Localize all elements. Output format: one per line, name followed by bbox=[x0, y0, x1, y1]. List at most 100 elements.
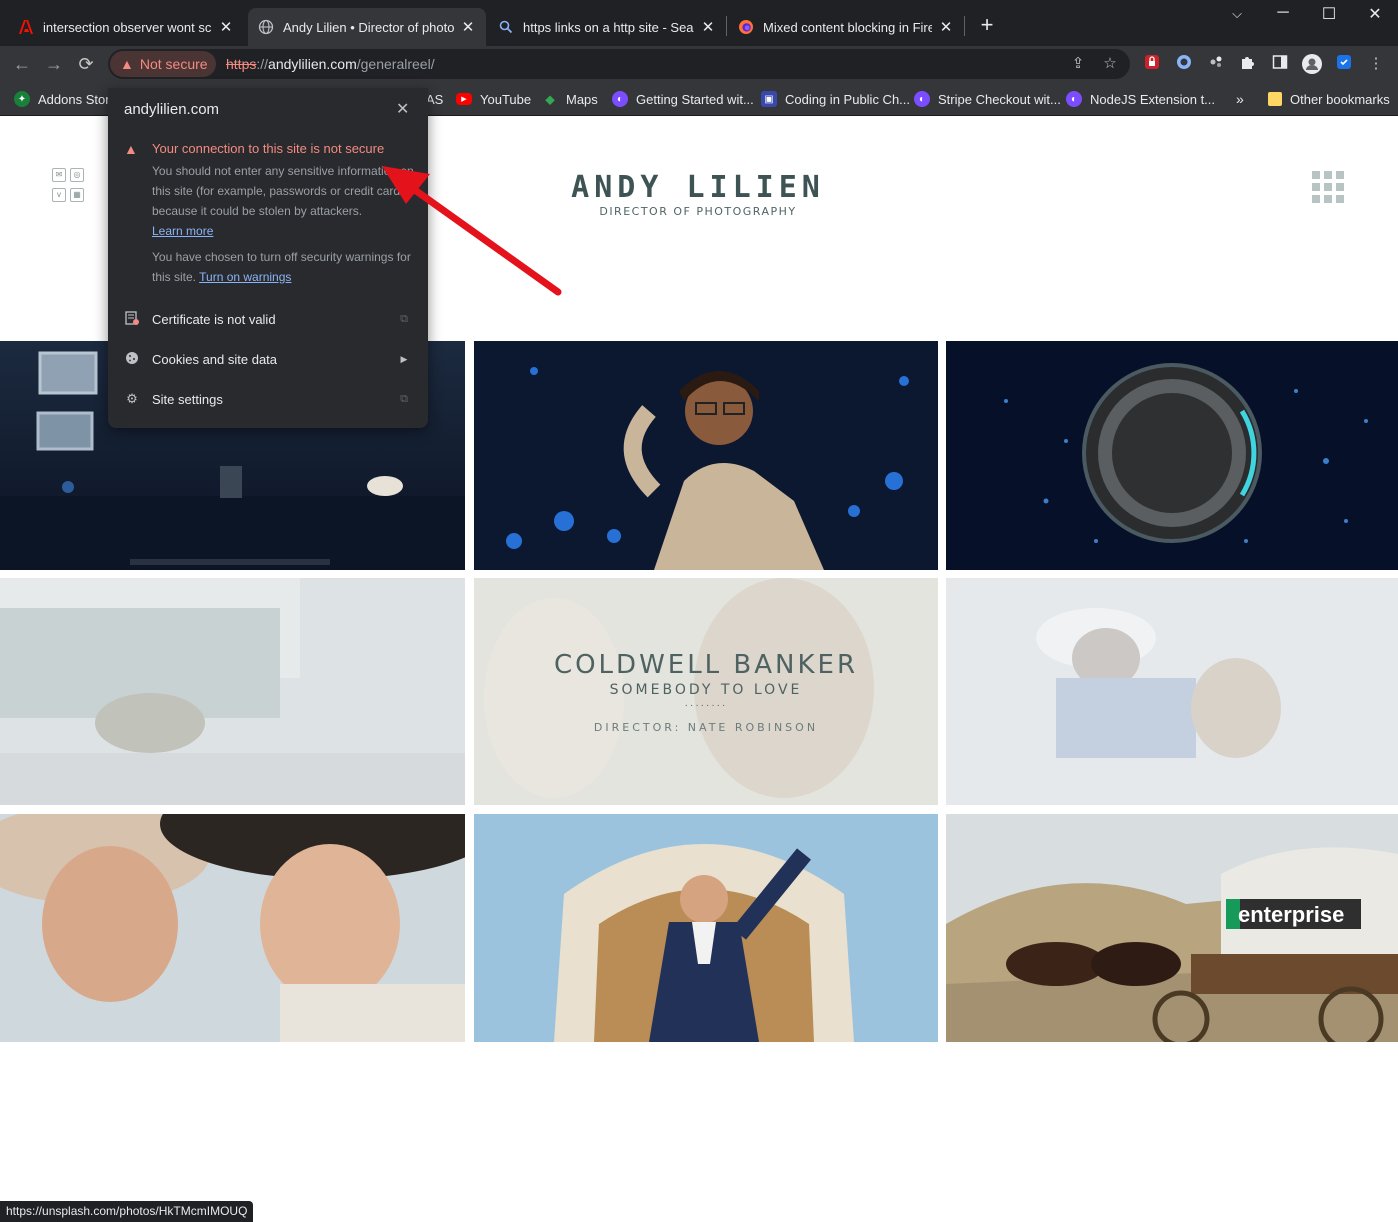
turn-on-warnings-link[interactable]: Turn on warnings bbox=[199, 270, 291, 284]
puzzle-icon: ✦ bbox=[14, 91, 30, 107]
logo-name: ANDY LILIEN bbox=[571, 170, 825, 205]
reel-thumbnail-man-sleeping[interactable] bbox=[946, 578, 1398, 805]
annotation-arrow bbox=[382, 166, 562, 296]
bookmark-star-icon[interactable]: ☆ bbox=[1100, 54, 1120, 74]
not-secure-chip[interactable]: ▲ Not secure bbox=[110, 51, 216, 77]
new-tab-button[interactable]: + bbox=[975, 14, 999, 38]
url-text[interactable]: https://andylilien.com/generalreel/ bbox=[226, 56, 435, 72]
minimize-icon[interactable]: ─ bbox=[1260, 4, 1306, 22]
site-favicon-icon: ◐ bbox=[612, 91, 628, 107]
tab-search-chevron-icon[interactable]: ⌵ bbox=[1214, 6, 1260, 22]
window-close-icon[interactable]: ✕ bbox=[1352, 4, 1398, 24]
site-favicon-icon: ◐ bbox=[1066, 91, 1082, 107]
bookmark-label: NodeJS Extension t... bbox=[1090, 91, 1216, 107]
cookie-icon bbox=[124, 351, 140, 368]
profile-avatar-icon[interactable] bbox=[1302, 54, 1322, 74]
tab-andy-lilien[interactable]: Andy Lilien • Director of photography ✕ bbox=[248, 8, 486, 46]
share-icon[interactable]: ⇪ bbox=[1068, 54, 1088, 74]
bookmark-label: Other bookmarks bbox=[1290, 91, 1390, 107]
external-link-icon: ⧉ bbox=[400, 392, 408, 405]
learn-more-link[interactable]: Learn more bbox=[152, 224, 213, 238]
reel-thumbnail-dog-street[interactable] bbox=[0, 578, 465, 805]
email-icon[interactable]: ✉ bbox=[52, 168, 66, 182]
tab-close-icon[interactable]: ✕ bbox=[460, 18, 476, 36]
instagram-icon[interactable]: ◎ bbox=[70, 168, 84, 182]
tab-intersection-observer[interactable]: intersection observer wont scroll ✕ bbox=[8, 8, 244, 46]
side-panel-icon[interactable] bbox=[1270, 54, 1290, 74]
external-link-icon: ⧉ bbox=[400, 312, 408, 325]
popup-close-icon[interactable]: ✕ bbox=[396, 99, 409, 119]
warning-triangle-icon: ▲ bbox=[124, 141, 138, 157]
tab-title: https links on a http site - Search bbox=[523, 19, 694, 35]
site-logo[interactable]: ANDY LILIEN DIRECTOR OF PHOTOGRAPHY bbox=[560, 170, 836, 219]
reel-thumbnail-women-hats[interactable] bbox=[0, 814, 465, 1042]
reel-thumbnail-speaker[interactable] bbox=[946, 341, 1398, 570]
reel-thumbnail-coldwell-banker[interactable]: COLDWELL BANKER SOMEBODY TO LOVE ·······… bbox=[474, 578, 938, 805]
bookmark-label: Getting Started wit... bbox=[636, 91, 754, 107]
bookmark-other-bookmarks[interactable]: Other bookmarks bbox=[1268, 90, 1390, 108]
folder-icon bbox=[1268, 92, 1282, 106]
tab-close-icon[interactable]: ✕ bbox=[218, 18, 234, 36]
reload-icon[interactable]: ⟳ bbox=[74, 52, 98, 76]
reel-title: COLDWELL BANKER bbox=[553, 649, 859, 680]
certificate-icon bbox=[124, 310, 140, 328]
bookmark-nodejs-extension[interactable]: ◐ NodeJS Extension t... bbox=[1066, 90, 1215, 108]
bookmark-as[interactable]: AS bbox=[426, 90, 443, 108]
bookmark-addons-store[interactable]: ✦ Addons Store bbox=[14, 90, 117, 108]
bookmark-getting-started[interactable]: ◐ Getting Started wit... bbox=[612, 90, 754, 108]
tab-close-icon[interactable]: ✕ bbox=[700, 18, 716, 36]
social-links: ✉ ◎ v ▦ bbox=[52, 168, 88, 204]
vimeo-icon[interactable]: v bbox=[52, 188, 66, 202]
extension-circle-icon[interactable] bbox=[1174, 54, 1194, 74]
bookmark-label: Stripe Checkout wit... bbox=[938, 91, 1061, 107]
tab-close-icon[interactable]: ✕ bbox=[938, 18, 954, 36]
url-scheme: https bbox=[226, 56, 257, 72]
tab-https-links-search[interactable]: https links on a http site - Search ✕ bbox=[488, 8, 726, 46]
globe-icon bbox=[258, 19, 274, 35]
bookmark-stripe-checkout[interactable]: ◐ Stripe Checkout wit... bbox=[914, 90, 1061, 108]
bookmark-label: Coding in Public Ch... bbox=[785, 91, 911, 107]
bookmark-maps[interactable]: ⬥ Maps bbox=[542, 90, 598, 108]
bookmarks-overflow-chevron-icon[interactable]: » bbox=[1236, 90, 1244, 108]
extension-dots-icon[interactable] bbox=[1206, 54, 1226, 74]
certificate-label: Certificate is not valid bbox=[152, 311, 276, 327]
gear-icon: ⚙ bbox=[126, 391, 138, 406]
link-status-bar: https://unsplash.com/photos/HkTMcmIMOUQ bbox=[0, 1201, 254, 1222]
reel-thumbnail-enterprise-wagon[interactable]: enterprise bbox=[946, 814, 1398, 1042]
bookmark-label: Addons Store bbox=[38, 91, 117, 107]
reel-director: DIRECTOR: NATE ROBINSON bbox=[593, 720, 819, 734]
certificate-row[interactable]: Certificate is not valid ⧉ bbox=[108, 299, 428, 339]
extensions-puzzle-icon[interactable] bbox=[1238, 54, 1258, 74]
reel-thumbnail-wagon-suit[interactable] bbox=[474, 814, 938, 1042]
browser-toolbar: ← → ⟳ ▲ Not secure https://andylilien.co… bbox=[0, 46, 1398, 82]
kebab-menu-icon[interactable]: ⋮ bbox=[1366, 54, 1386, 74]
site-settings-label: Site settings bbox=[152, 391, 223, 407]
enterprise-logo-text: enterprise bbox=[1238, 902, 1344, 927]
bookmark-youtube[interactable]: ▶ YouTube bbox=[456, 90, 531, 108]
back-icon[interactable]: ← bbox=[10, 52, 34, 76]
tab-title: Mixed content blocking in Firefox bbox=[763, 19, 932, 35]
address-bar[interactable]: ▲ Not secure https://andylilien.com/gene… bbox=[108, 49, 1130, 79]
site-settings-row[interactable]: ⚙ Site settings ⧉ bbox=[108, 379, 428, 419]
maps-pin-icon: ⬥ bbox=[545, 90, 555, 107]
logo-subtitle: DIRECTOR OF PHOTOGRAPHY bbox=[599, 205, 797, 218]
search-icon bbox=[498, 19, 514, 35]
cookies-row[interactable]: Cookies and site data ▶ bbox=[108, 339, 428, 379]
forward-icon[interactable]: → bbox=[42, 52, 66, 76]
browser-titlebar: intersection observer wont scroll ✕ Andy… bbox=[0, 0, 1398, 46]
extension-lastpass-icon[interactable] bbox=[1142, 54, 1162, 74]
reel-subtitle: SOMEBODY TO LOVE bbox=[609, 681, 803, 698]
tab-mixed-content[interactable]: Mixed content blocking in Firefox ✕ bbox=[728, 8, 964, 46]
tab-title: intersection observer wont scroll bbox=[43, 19, 212, 35]
tab-separator bbox=[726, 16, 727, 36]
imdb-icon[interactable]: ▦ bbox=[70, 188, 84, 202]
tab-separator bbox=[964, 16, 965, 36]
bookmark-coding-in-public[interactable]: ▣ Coding in Public Ch... bbox=[761, 90, 910, 108]
url-path: /generalreel/ bbox=[356, 56, 435, 72]
extension-shield-icon[interactable] bbox=[1334, 54, 1354, 74]
tab-title: Andy Lilien • Director of photography bbox=[283, 19, 454, 35]
reel-thumbnail-man-lights[interactable] bbox=[474, 341, 938, 570]
maximize-icon[interactable]: ☐ bbox=[1306, 4, 1352, 24]
firefox-icon bbox=[738, 19, 754, 35]
grid-menu-icon[interactable] bbox=[1312, 171, 1344, 203]
